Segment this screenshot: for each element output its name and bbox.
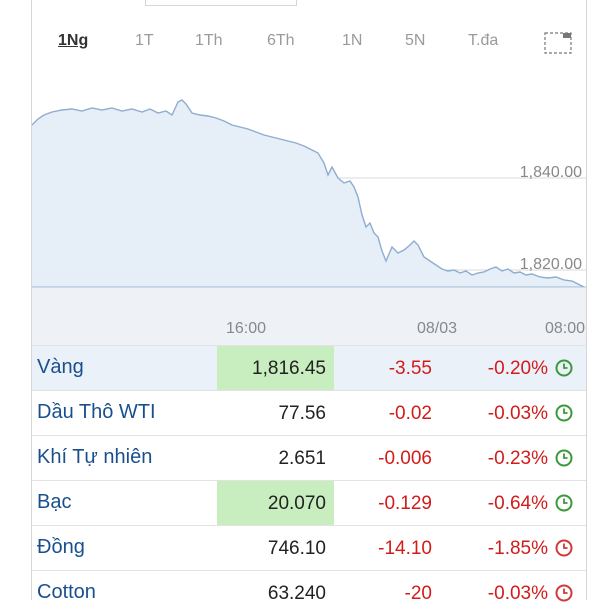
percent-change-cell: -0.03% — [487, 583, 548, 604]
x-axis-band — [32, 288, 586, 345]
price-cell: 2.651 — [278, 448, 326, 469]
price-chart: 1,840.00 1,820.00 16:00 08/03 08:00 — [32, 99, 586, 345]
y-tick-1840: 1,840.00 — [520, 164, 582, 181]
change-cell: -3.55 — [388, 358, 432, 379]
change-cell: -0.129 — [378, 493, 432, 514]
range-5-years[interactable]: 5N — [405, 32, 425, 50]
percent-change-cell: -0.20% — [487, 358, 548, 379]
price-cell: 77.56 — [278, 403, 326, 424]
range-1-week[interactable]: 1T — [135, 32, 154, 50]
range-1-day[interactable]: 1Ng — [58, 32, 88, 50]
y-tick-1820: 1,820.00 — [520, 256, 582, 273]
table-row[interactable]: Vàng 1,816.45 -3.55 -0.20% — [32, 345, 586, 390]
active-top-tab[interactable] — [145, 0, 297, 6]
change-cell: -14.10 — [378, 538, 432, 559]
percent-change-cell: -1.85% — [487, 538, 548, 559]
commodity-name-silver[interactable]: Bạc — [37, 491, 71, 514]
price-cell: 746.10 — [267, 538, 326, 559]
price-cell: 1,816.45 — [217, 346, 334, 390]
clock-icon — [555, 494, 573, 512]
price-cell: 20.070 — [217, 481, 334, 525]
table-row[interactable]: Đồng 746.10 -14.10 -1.85% — [32, 525, 586, 570]
commodity-name-copper[interactable]: Đồng — [37, 536, 85, 559]
percent-change-cell: -0.23% — [487, 448, 548, 469]
range-6-months[interactable]: 6Th — [267, 32, 295, 50]
table-row[interactable]: Bạc 20.070 -0.129 -0.64% — [32, 480, 586, 525]
clock-icon — [555, 539, 573, 557]
commodity-name-wti-crude[interactable]: Dầu Thô WTI — [37, 401, 156, 424]
commodity-table: Vàng 1,816.45 -3.55 -0.20% Dầu Thô WTI 7… — [32, 345, 586, 615]
range-1-month[interactable]: 1Th — [195, 32, 223, 50]
expand-chart-icon[interactable] — [544, 32, 572, 54]
change-cell: -20 — [404, 583, 432, 604]
table-row[interactable]: Cotton 63.240 -20 -0.03% — [32, 570, 586, 615]
range-max[interactable]: T.đa — [468, 32, 498, 50]
price-cell: 63.240 — [267, 583, 326, 604]
clock-icon — [555, 404, 573, 422]
change-cell: -0.006 — [378, 448, 432, 469]
commodity-name-cotton[interactable]: Cotton — [37, 581, 96, 604]
clock-icon — [555, 359, 573, 377]
clock-icon — [555, 584, 573, 602]
x-tick-0803: 08/03 — [417, 320, 457, 337]
range-1-year[interactable]: 1N — [342, 32, 362, 50]
x-tick-0800: 08:00 — [545, 320, 585, 337]
price-area — [32, 100, 584, 287]
commodity-name-gold[interactable]: Vàng — [37, 356, 84, 379]
table-row[interactable]: Dầu Thô WTI 77.56 -0.02 -0.03% — [32, 390, 586, 435]
x-tick-1600: 16:00 — [226, 320, 266, 337]
clock-icon — [555, 449, 573, 467]
time-range-selector: 1Ng 1T 1Th 6Th 1N 5N T.đa — [32, 28, 586, 60]
percent-change-cell: -0.64% — [487, 493, 548, 514]
percent-change-cell: -0.03% — [487, 403, 548, 424]
commodity-name-natural-gas[interactable]: Khí Tự nhiên — [37, 446, 152, 469]
change-cell: -0.02 — [388, 403, 432, 424]
table-row[interactable]: Khí Tự nhiên 2.651 -0.006 -0.23% — [32, 435, 586, 480]
commodities-widget: 1Ng 1T 1Th 6Th 1N 5N T.đa 1,840.00 1,820… — [31, 0, 587, 604]
